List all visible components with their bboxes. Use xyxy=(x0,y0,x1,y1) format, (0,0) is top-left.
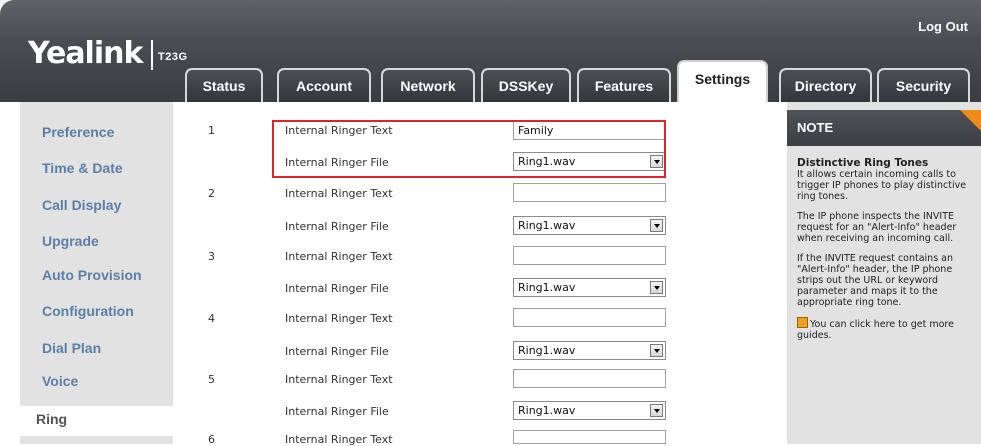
logo-separator xyxy=(151,40,153,70)
internal-ringer-file-select[interactable]: Ring1.wav xyxy=(513,216,666,235)
internal-ringer-text-label: Internal Ringer Text xyxy=(285,373,393,386)
selected-value: Ring1.wav xyxy=(518,281,576,294)
tab-directory[interactable]: Directory xyxy=(779,68,872,102)
internal-ringer-text-input[interactable] xyxy=(513,246,666,265)
note-paragraph: If the INVITE request contains an "Alert… xyxy=(797,253,954,308)
internal-ringer-file-label: Internal Ringer File xyxy=(285,345,389,358)
tab-settings[interactable]: Settings xyxy=(677,60,768,102)
yealink-logo: Yealink xyxy=(28,36,143,71)
internal-ringer-file-select[interactable]: Ring1.wav xyxy=(513,341,666,360)
internal-ringer-file-label: Internal Ringer File xyxy=(285,405,389,418)
internal-ringer-file-select[interactable]: Ring1.wav xyxy=(513,278,666,297)
internal-ringer-text-label: Internal Ringer Text xyxy=(285,433,393,446)
tab-status[interactable]: Status xyxy=(185,68,263,102)
note-corner-icon xyxy=(960,110,981,131)
tab-network[interactable]: Network xyxy=(381,68,475,102)
ringer-number: 5 xyxy=(208,373,215,386)
tab-account[interactable]: Account xyxy=(277,68,371,102)
internal-ringer-file-label: Internal Ringer File xyxy=(285,220,389,233)
sidebar-item-auto-provision[interactable]: Auto Provision xyxy=(42,267,142,283)
sidebar-item-configuration[interactable]: Configuration xyxy=(42,303,134,319)
sidebar-item-time-date[interactable]: Time & Date xyxy=(42,160,123,176)
tab-dsskey[interactable]: DSSKey xyxy=(481,68,571,102)
selected-value: Ring1.wav xyxy=(518,404,576,417)
chevron-down-icon[interactable] xyxy=(650,219,663,232)
note-body: Distinctive Ring Tones It allows certain… xyxy=(797,158,977,438)
highlight-box xyxy=(272,120,666,178)
note-paragraph: It allows certain incoming calls to trig… xyxy=(797,169,967,202)
sidebar-item-dial-plan[interactable]: Dial Plan xyxy=(42,340,101,356)
internal-ringer-text-label: Internal Ringer Text xyxy=(285,250,393,263)
note-subtitle: Distinctive Ring Tones xyxy=(797,157,929,169)
internal-ringer-text-label: Internal Ringer Text xyxy=(285,312,393,325)
selected-value: Ring1.wav xyxy=(518,219,576,232)
guide-link[interactable]: You can click here to get more guides. xyxy=(797,317,977,341)
chevron-down-icon[interactable] xyxy=(650,404,663,417)
selected-value: Ring1.wav xyxy=(518,344,576,357)
internal-ringer-text-input[interactable] xyxy=(513,183,666,202)
sidebar-item-ring[interactable]: Ring xyxy=(36,411,67,427)
tab-security[interactable]: Security xyxy=(877,68,970,102)
guide-icon[interactable] xyxy=(797,317,808,328)
note-paragraph: The IP phone inspects the INVITE request… xyxy=(797,211,957,244)
sidebar-item-call-display[interactable]: Call Display xyxy=(42,197,121,213)
guide-text[interactable]: You can click here to get more guides. xyxy=(797,319,954,341)
ringer-number: 4 xyxy=(208,312,215,325)
internal-ringer-file-label: Internal Ringer File xyxy=(285,282,389,295)
header: Yealink T23G Log Out Status Account Netw… xyxy=(0,0,981,102)
chevron-down-icon[interactable] xyxy=(650,344,663,357)
chevron-down-icon[interactable] xyxy=(650,281,663,294)
ringer-number: 1 xyxy=(208,124,215,137)
ringer-number: 6 xyxy=(208,433,215,446)
ringer-number: 2 xyxy=(208,187,215,200)
internal-ringer-text-input[interactable] xyxy=(513,369,666,388)
sidebar-item-preference[interactable]: Preference xyxy=(42,124,114,140)
tab-features[interactable]: Features xyxy=(577,68,671,102)
logout-link[interactable]: Log Out xyxy=(918,19,968,34)
sidebar-item-voice[interactable]: Voice xyxy=(42,373,78,389)
sidebar-item-upgrade[interactable]: Upgrade xyxy=(42,233,99,249)
internal-ringer-text-input[interactable] xyxy=(513,430,666,444)
ringer-number: 3 xyxy=(208,250,215,263)
note-title: NOTE xyxy=(797,120,834,135)
internal-ringer-text-label: Internal Ringer Text xyxy=(285,187,393,200)
internal-ringer-text-input[interactable] xyxy=(513,308,666,327)
internal-ringer-file-select[interactable]: Ring1.wav xyxy=(513,401,666,420)
model-label: T23G xyxy=(158,51,188,63)
